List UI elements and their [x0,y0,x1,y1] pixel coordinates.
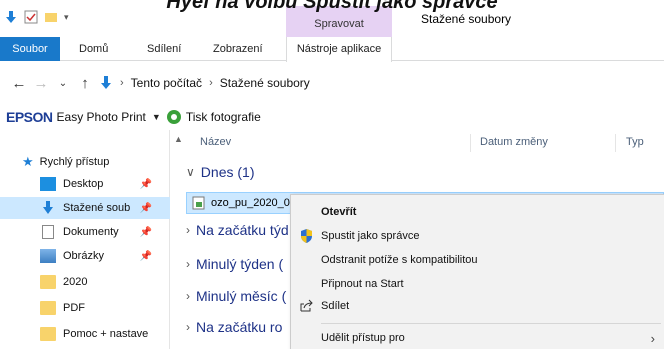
menu-item-label: Sdílet [321,300,350,312]
menu-item-share[interactable]: Sdílet [291,295,664,317]
chevron-right-icon[interactable]: › [186,223,190,237]
breadcrumb-separator-icon: › [120,77,124,89]
nav-item-label: Rychlý přístup [39,156,110,168]
submenu-arrow-icon: › [650,330,655,346]
pin-icon[interactable]: 📌 [140,227,152,238]
ribbon-tabs: Soubor Domů Sdílení Zobrazení Nástroje a… [0,37,664,62]
instruction-caption: Hyef na volbu Spustit jako správce [166,0,498,13]
pin-icon[interactable]: 📌 [140,251,152,262]
group-label: Minulý týden ( [196,256,284,272]
tab-app-tools[interactable]: Nástroje aplikace [286,37,392,62]
tab-file[interactable]: Soubor [0,37,60,61]
group-today[interactable]: ∨ Dnes (1) [186,164,254,180]
folder-icon [40,301,56,315]
breadcrumb-separator-icon: › [209,77,213,89]
forward-arrow-icon[interactable]: → [30,72,52,94]
nav-item-label: Dokumenty [63,226,119,238]
tab-share[interactable]: Sdílení [147,37,181,61]
breadcrumb-this-pc[interactable]: Tento počítač [131,76,202,90]
photo-print-icon [166,110,181,124]
nav-item-label: 2020 [63,276,88,288]
pictures-icon [40,249,56,263]
installer-file-icon [192,196,205,210]
group-label: Minulý měsíc ( [196,288,287,304]
document-icon [42,225,54,239]
group-start-of-week[interactable]: › Na začátku týd [186,222,289,238]
nav-item-downloads[interactable]: Stažené soub 📌 [0,197,170,219]
address-bar: ← → ⌄ ↑ › Tento počítač › Stažené soubor… [0,66,664,100]
uac-shield-icon [301,229,312,243]
chevron-right-icon[interactable]: › [186,289,190,303]
pin-icon[interactable]: 📌 [140,179,152,190]
chevron-right-icon[interactable]: › [186,257,190,271]
folder-icon [40,327,56,341]
back-arrow-icon[interactable]: ← [8,72,30,94]
menu-separator [321,323,661,324]
group-label: Dnes (1) [200,164,255,180]
column-header-date[interactable]: Datum změny [480,136,548,148]
nav-item-folder-2020[interactable]: 2020 [40,271,170,293]
folder-icon [40,275,56,289]
recent-locations-chevron-icon[interactable]: ⌄ [52,72,74,94]
epson-toolbar: EPSON Easy Photo Print ▼ Tisk fotografie [0,106,664,128]
star-icon: ★ [22,154,34,169]
nav-item-desktop[interactable]: Desktop 📌 [40,173,170,195]
menu-item-troubleshoot-compat[interactable]: Odstranit potíže s kompatibilitou [291,249,664,271]
menu-item-label: Udělit přístup pro [321,332,405,344]
nav-item-documents[interactable]: Dokumenty 📌 [40,221,170,243]
context-menu: Otevřít Spustit jako správce Odstranit p… [290,194,664,349]
nav-item-folder-pdf[interactable]: PDF [40,297,170,319]
chevron-down-icon[interactable]: ∨ [186,165,195,179]
nav-quick-access[interactable]: ★ Rychlý přístup [22,151,152,173]
context-group-label: Spravovat [314,18,364,30]
menu-item-open[interactable]: Otevřít [291,201,664,223]
chevron-right-icon[interactable]: › [186,320,190,334]
group-last-week[interactable]: › Minulý týden ( [186,256,283,272]
file-name: ozo_pu_2020_0 [211,197,290,209]
column-divider[interactable] [470,134,471,152]
breadcrumb: › Tento počítač › Stažené soubory [120,76,310,90]
pin-icon[interactable]: 📌 [140,203,152,214]
group-last-month[interactable]: › Minulý měsíc ( [186,288,286,304]
navigation-pane: ★ Rychlý přístup Desktop 📌 Stažené soub … [0,130,170,349]
up-arrow-icon[interactable]: ↑ [74,72,96,94]
nav-item-pictures[interactable]: Obrázky 📌 [40,245,170,267]
tisk-fotografie-button[interactable]: Tisk fotografie [186,110,261,124]
desktop-icon [40,177,56,191]
nav-item-label: PDF [63,302,85,314]
column-header-type[interactable]: Typ [626,136,644,148]
column-header-name[interactable]: Název [200,136,231,148]
download-icon [43,201,53,214]
menu-item-give-access[interactable]: Udělit přístup pro › [291,327,664,349]
nav-item-label: Pomoc + nastave [63,328,149,340]
column-divider[interactable] [615,134,616,152]
group-label: Na začátku ro [196,319,283,335]
nav-item-label: Obrázky [63,250,104,262]
menu-item-label: Spustit jako správce [321,230,420,242]
nav-item-label: Stažené soub [63,202,131,214]
menu-item-pin-to-start[interactable]: Připnout na Start [291,273,664,295]
breadcrumb-downloads[interactable]: Stažené soubory [220,76,310,90]
epson-logo: EPSON [6,109,53,125]
nav-item-folder-pomoc[interactable]: Pomoc + nastave [40,323,170,345]
group-start-of-year[interactable]: › Na začátku ro [186,319,282,335]
window-title: Stažené soubory [421,12,512,26]
downloads-location-icon [101,76,111,89]
tab-home[interactable]: Domů [79,37,108,61]
share-icon [300,299,313,312]
menu-item-run-as-admin[interactable]: Spustit jako správce [291,225,664,247]
group-label: Na začátku týd [196,222,289,238]
nav-item-label: Desktop [63,178,104,190]
tab-view[interactable]: Zobrazení [213,37,263,61]
dropdown-arrow-icon[interactable]: ▼ [152,112,161,122]
epson-easy-photo-print[interactable]: Easy Photo Print [57,110,146,124]
